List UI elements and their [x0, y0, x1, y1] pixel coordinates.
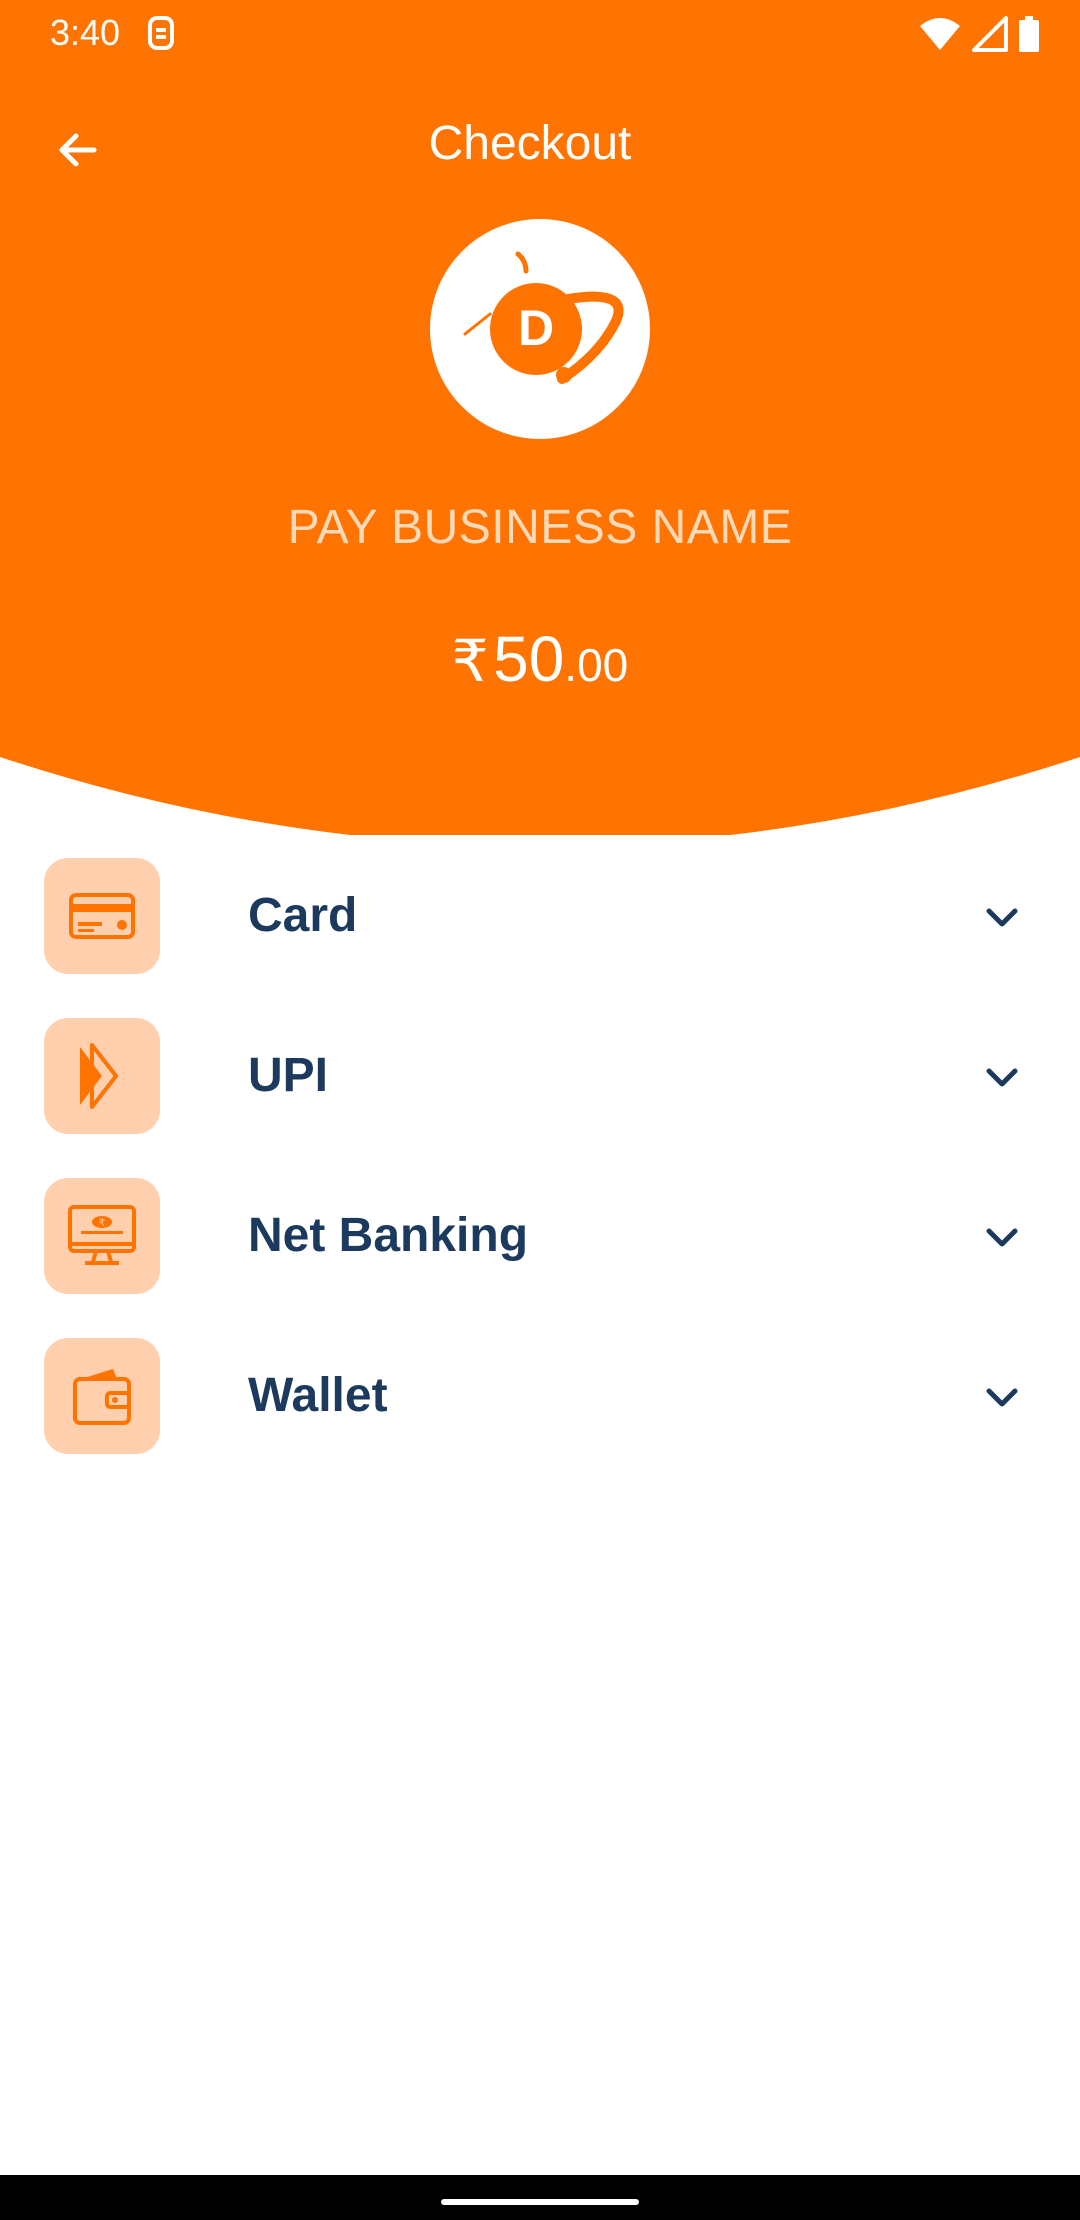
merchant-logo: D [430, 219, 650, 439]
net-banking-icon: ₹ [68, 1205, 136, 1265]
payment-amount: ₹ 50.00 [0, 622, 1080, 696]
wallet-label: Wallet [248, 1369, 388, 1422]
status-bar: 3:40 [0, 0, 1080, 66]
wallet-icon-container [44, 1338, 160, 1454]
credit-card-icon [69, 893, 135, 939]
business-name: PAY BUSINESS NAME [287, 501, 793, 554]
net-banking-icon-container: ₹ [44, 1178, 160, 1294]
card-icon-container [44, 858, 160, 974]
page-title: Checkout [428, 117, 632, 170]
status-time: 3:40 [50, 12, 121, 53]
app-bar: Checkout [0, 100, 1080, 190]
payment-method-list: Card UPI ₹ Net Banking Wallet [0, 858, 1080, 1498]
battery-icon [1019, 16, 1039, 52]
status-icons [918, 14, 1040, 54]
chevron-down-icon[interactable] [978, 1054, 1026, 1102]
payment-method-card[interactable]: Card [0, 858, 1080, 1018]
currency-symbol: ₹ [451, 629, 489, 694]
wallet-icon [73, 1369, 131, 1425]
system-navigation-bar [0, 2175, 1080, 2220]
chevron-down-icon[interactable] [978, 894, 1026, 942]
wifi-icon [920, 18, 960, 50]
net-banking-label: Net Banking [248, 1209, 529, 1262]
upi-icon [80, 1043, 118, 1109]
card-label: Card [248, 889, 358, 942]
payment-method-upi[interactable]: UPI [0, 1018, 1080, 1178]
sim-notification-icon [148, 16, 174, 50]
amount-minor: .00 [564, 639, 629, 691]
chevron-down-icon[interactable] [978, 1374, 1026, 1422]
cellular-signal-icon [972, 16, 1008, 52]
payment-method-wallet[interactable]: Wallet [0, 1338, 1080, 1498]
payment-method-net-banking[interactable]: ₹ Net Banking [0, 1178, 1080, 1338]
amount-major: 50 [493, 623, 565, 695]
upi-label: UPI [248, 1049, 329, 1102]
logo-letter: D [518, 300, 554, 356]
chevron-down-icon[interactable] [978, 1214, 1026, 1262]
upi-icon-container [44, 1018, 160, 1134]
home-indicator[interactable] [441, 2199, 639, 2205]
svg-text:₹: ₹ [99, 1218, 105, 1229]
